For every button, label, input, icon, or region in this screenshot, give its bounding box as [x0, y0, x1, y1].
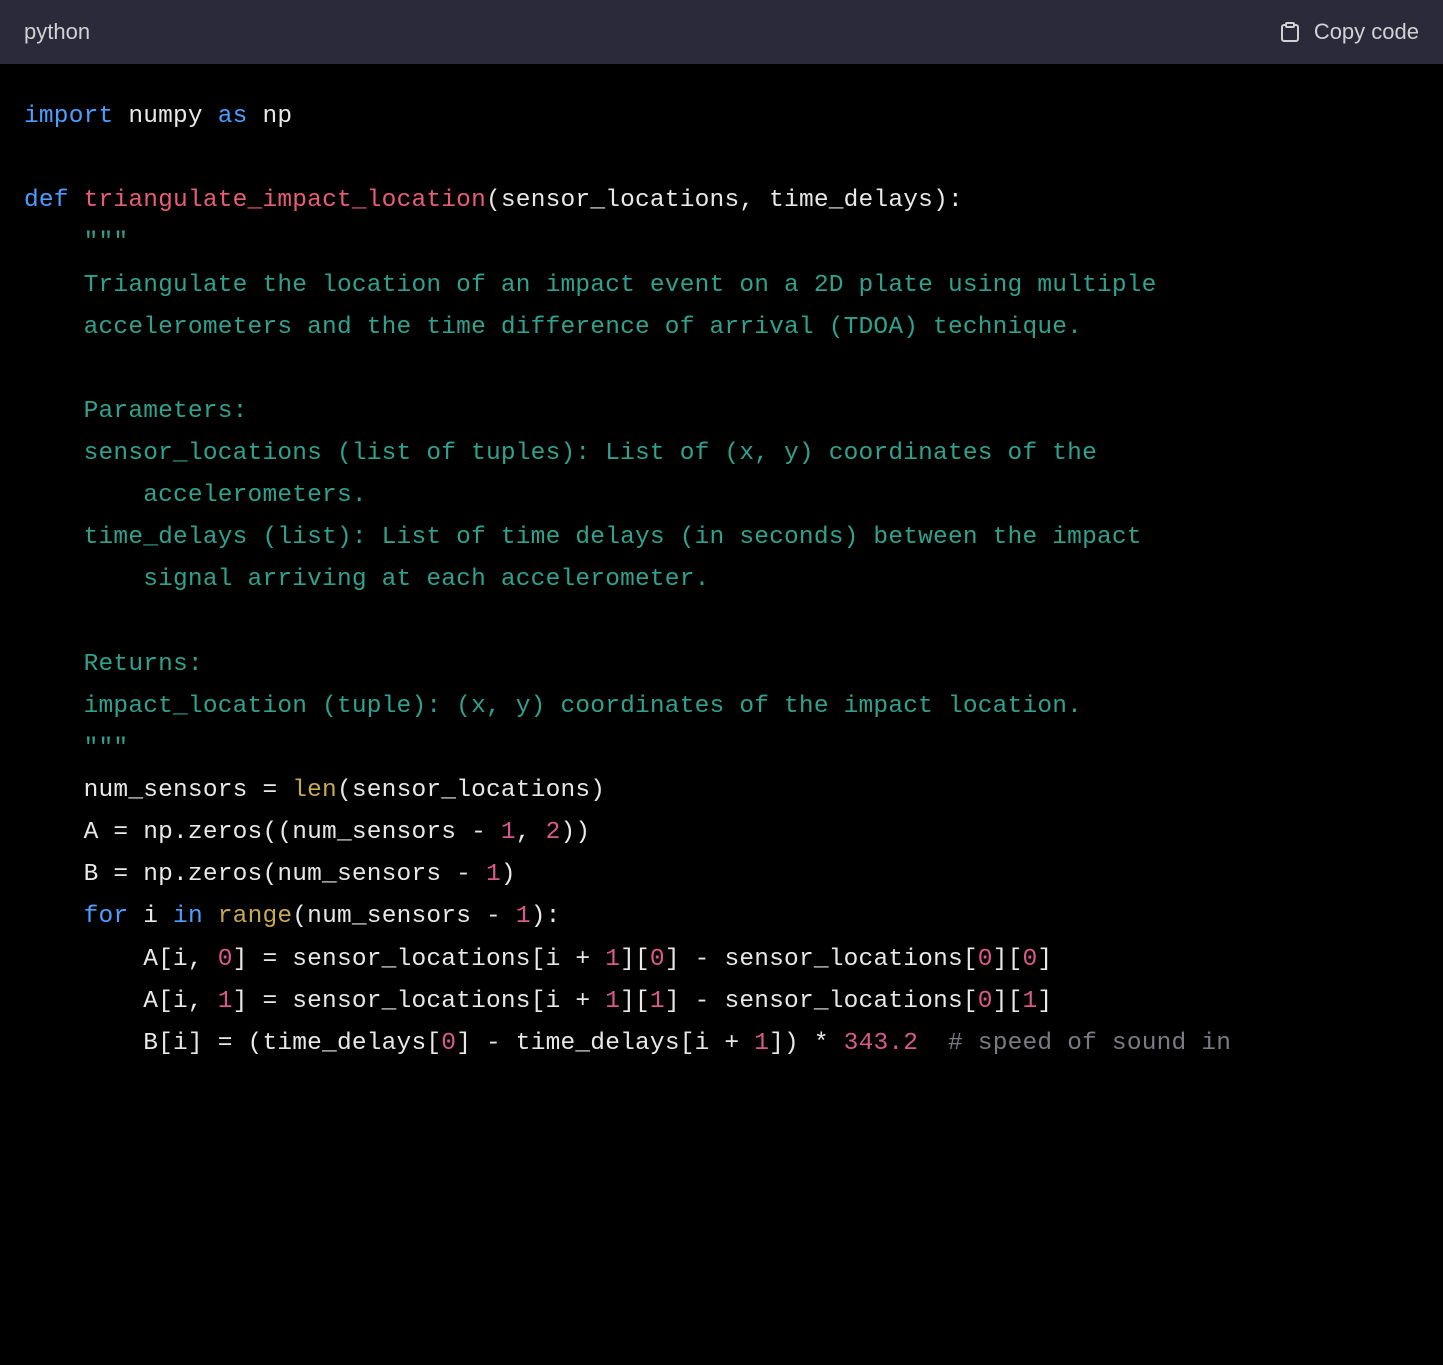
code-block-header: python Copy code — [0, 0, 1443, 64]
copy-code-label: Copy code — [1314, 19, 1419, 45]
code-text: ] — [1037, 988, 1052, 1015]
code-text: ] = sensor_locations[i + — [233, 988, 606, 1015]
keyword-for: for — [24, 903, 128, 930]
number-literal: 0 — [218, 946, 233, 973]
code-text: (num_sensors - — [292, 903, 516, 930]
docstring: Triangulate the location of an impact ev… — [24, 272, 1157, 299]
function-name: triangulate_impact_location — [84, 187, 486, 214]
code-text: ][ — [620, 946, 650, 973]
number-literal: 0 — [978, 946, 993, 973]
docstring: Returns: — [24, 651, 203, 678]
number-literal: 0 — [441, 1030, 456, 1057]
number-literal: 1 — [650, 988, 665, 1015]
language-label: python — [24, 19, 90, 45]
code-text: ] = sensor_locations[i + — [233, 946, 606, 973]
code-text: np — [248, 103, 293, 130]
clipboard-icon — [1278, 20, 1302, 44]
docstring: """ — [24, 735, 128, 762]
docstring: accelerometers and the time difference o… — [24, 314, 1082, 341]
builtin-len: len — [292, 777, 337, 804]
code-text: )) — [561, 819, 591, 846]
keyword-import: import — [24, 103, 113, 130]
number-literal: 0 — [978, 988, 993, 1015]
docstring: Parameters: — [24, 398, 248, 425]
code-text — [69, 187, 84, 214]
number-literal: 1 — [1023, 988, 1038, 1015]
docstring: """ — [24, 229, 128, 256]
number-literal: 1 — [501, 819, 516, 846]
code-text: ][ — [993, 946, 1023, 973]
keyword-def: def — [24, 187, 69, 214]
code-text: (sensor_locations) — [337, 777, 605, 804]
number-literal: 1 — [605, 988, 620, 1015]
code-text: ] - sensor_locations[ — [665, 946, 978, 973]
docstring: accelerometers. — [24, 482, 367, 509]
number-literal: 1 — [218, 988, 233, 1015]
number-literal: 343.2 — [844, 1030, 919, 1057]
code-text: numpy — [113, 103, 217, 130]
number-literal: 1 — [605, 946, 620, 973]
number-literal: 1 — [516, 903, 531, 930]
keyword-in: in — [173, 903, 203, 930]
code-text: num_sensors = — [24, 777, 292, 804]
number-literal: 2 — [546, 819, 561, 846]
code-text: A[i, — [24, 988, 218, 1015]
number-literal: 0 — [650, 946, 665, 973]
keyword-as: as — [218, 103, 248, 130]
copy-code-button[interactable]: Copy code — [1278, 19, 1419, 45]
docstring: impact_location (tuple): (x, y) coordina… — [24, 693, 1082, 720]
code-text — [203, 903, 218, 930]
code-content: import numpy as np def triangulate_impac… — [0, 64, 1443, 1097]
code-text: ] - sensor_locations[ — [665, 988, 978, 1015]
code-text — [918, 1030, 948, 1057]
docstring: signal arriving at each accelerometer. — [24, 566, 710, 593]
builtin-range: range — [218, 903, 293, 930]
code-text: ]) * — [769, 1030, 844, 1057]
code-text: i — [128, 903, 173, 930]
code-text: ) — [501, 861, 516, 888]
code-text: B = np.zeros(num_sensors - — [24, 861, 486, 888]
code-text: ] - time_delays[i + — [456, 1030, 754, 1057]
docstring: sensor_locations (list of tuples): List … — [24, 440, 1112, 467]
code-text: B[i] = (time_delays[ — [24, 1030, 441, 1057]
number-literal: 1 — [754, 1030, 769, 1057]
number-literal: 0 — [1023, 946, 1038, 973]
code-text: A = np.zeros((num_sensors - — [24, 819, 501, 846]
code-text: ] — [1037, 946, 1052, 973]
code-text: , — [516, 819, 546, 846]
code-text: (sensor_locations, time_delays): — [486, 187, 963, 214]
docstring: time_delays (list): List of time delays … — [24, 524, 1157, 551]
code-text: A[i, — [24, 946, 218, 973]
number-literal: 1 — [486, 861, 501, 888]
code-text: ][ — [993, 988, 1023, 1015]
code-text: ): — [531, 903, 561, 930]
comment: # speed of sound in — [948, 1030, 1231, 1057]
code-text: ][ — [620, 988, 650, 1015]
